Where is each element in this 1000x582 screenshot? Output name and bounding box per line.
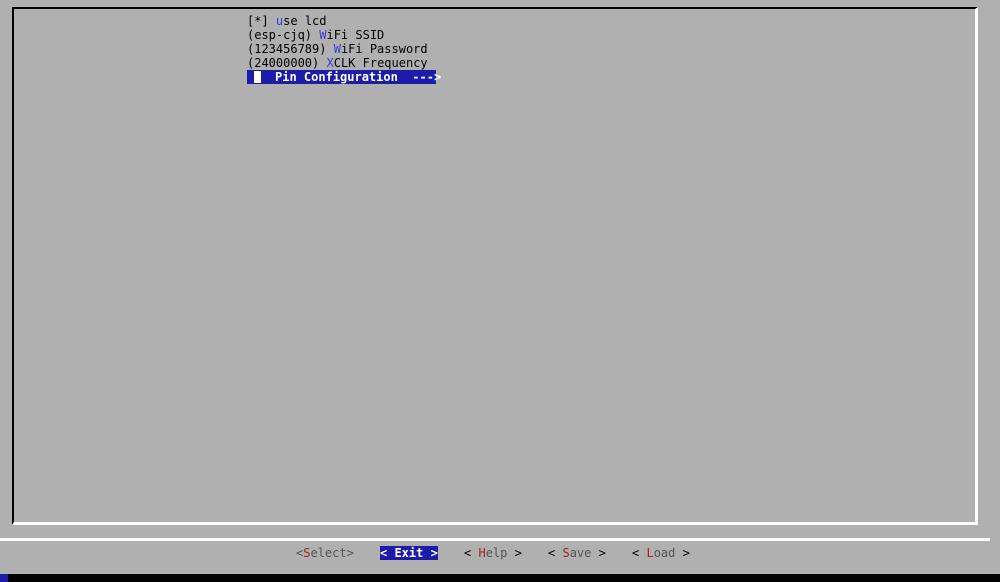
separator <box>0 538 990 541</box>
help-button-hotkey: H <box>478 546 486 560</box>
terminal-cursor-icon <box>0 574 8 582</box>
save-button-close: > <box>591 546 606 560</box>
button-bar: <Select> < Exit > < Help > < Save > < Lo… <box>0 546 1000 560</box>
exit-button[interactable]: < Exit > <box>380 546 438 560</box>
menu-item-label: Pin Configuration ---> <box>275 70 442 84</box>
menu-item-prefix: (24000000) <box>247 56 327 70</box>
terminal-bottom-strip <box>0 574 1000 582</box>
menu-item-label: CLK Frequency <box>333 56 428 70</box>
help-button-label: elp <box>485 546 508 560</box>
load-button[interactable]: < Load > <box>632 546 690 560</box>
help-button[interactable]: < Help > <box>464 546 522 560</box>
menu-item-pin-configuration[interactable]: Pin Configuration ---> <box>247 70 441 84</box>
menu-item-use-lcd[interactable]: [*] use lcd <box>247 14 436 28</box>
select-button[interactable]: <Select> <box>296 546 354 560</box>
menu-item-label: iFi SSID <box>326 28 385 42</box>
save-button-open: < <box>548 546 563 560</box>
text-cursor-icon <box>254 70 261 83</box>
menu-item-wifi-password[interactable]: (123456789) WiFi Password <box>247 42 436 56</box>
load-button-label: oad <box>653 546 676 560</box>
menu-list: [*] use lcd (esp-cjq) WiFi SSID (1234567… <box>247 14 441 84</box>
load-button-close: > <box>675 546 690 560</box>
menu-item-prefix: [*] <box>247 14 276 28</box>
help-button-close: > <box>507 546 522 560</box>
menu-item-prefix: (123456789) <box>247 42 334 56</box>
menu-box <box>12 7 978 525</box>
menu-item-xclk-frequency[interactable]: (24000000) XCLK Frequency <box>247 56 436 70</box>
menu-item-label: se lcd <box>283 14 327 28</box>
menu-item-prefix: (esp-cjq) <box>247 28 320 42</box>
menu-item-hotkey: X <box>326 56 334 70</box>
save-button-hotkey: S <box>562 546 570 560</box>
load-button-hotkey: L <box>646 546 654 560</box>
select-button-label: elect <box>310 546 347 560</box>
menu-item-wifi-ssid[interactable]: (esp-cjq) WiFi SSID <box>247 28 436 42</box>
save-button-label: ave <box>569 546 592 560</box>
save-button[interactable]: < Save > <box>548 546 606 560</box>
load-button-open: < <box>632 546 647 560</box>
menu-item-hotkey: W <box>333 42 341 56</box>
select-button-close: > <box>346 546 354 560</box>
menu-item-label: iFi Password <box>340 42 428 56</box>
help-button-open: < <box>464 546 479 560</box>
